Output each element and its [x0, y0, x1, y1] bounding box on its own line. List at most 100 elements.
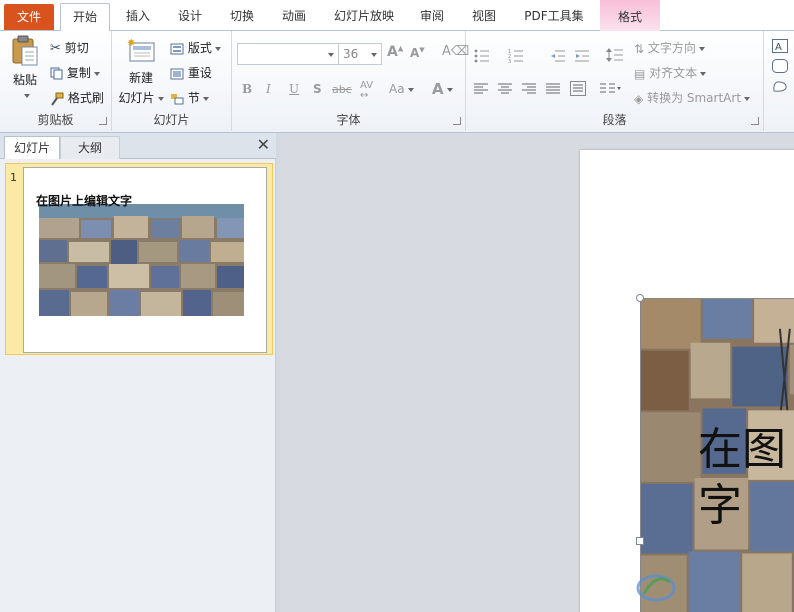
tab-review[interactable]: 审阅	[414, 3, 450, 31]
slide-thumbnail[interactable]: 在图片上编辑文字	[23, 167, 267, 353]
tab-animations[interactable]: 动画	[276, 3, 312, 31]
italic-icon[interactable]: I	[266, 82, 271, 96]
ribbon: 粘贴 ✂ 剪切 复制 格式刷 剪贴板 ✸ 新建 幻灯片 版式 重设 节 幻灯片 …	[0, 31, 794, 133]
slides-panel: 幻灯片 大纲 ✕ 在图片上编辑文字 1	[0, 133, 276, 612]
tab-slideshow[interactable]: 幻灯片放映	[330, 3, 398, 31]
section-label: 节	[187, 91, 200, 105]
increase-indent-icon[interactable]	[574, 49, 590, 63]
new-slide-button[interactable]: ✸ 新建 幻灯片	[118, 37, 164, 106]
copy-dropdown-icon	[93, 71, 100, 76]
align-text-icon: ▤	[634, 66, 646, 81]
watermark-logo-icon	[636, 574, 676, 602]
ribbon-tab-bar: 文件 开始 插入 设计 切换 动画 幻灯片放映 审阅 视图 PDF工具集 格式	[0, 0, 794, 32]
section-dropdown-icon	[202, 96, 209, 101]
paste-label: 粘贴	[12, 73, 37, 87]
font-size-combo[interactable]: 36	[338, 43, 382, 65]
bold-icon[interactable]: B	[242, 82, 252, 96]
svg-text:✸: ✸	[127, 38, 135, 49]
new-slide-dropdown-icon	[157, 96, 164, 101]
clipboard-group: 粘贴 ✂ 剪切 复制 格式刷 剪贴板	[0, 31, 112, 131]
copy-button[interactable]: 复制	[50, 64, 100, 81]
slide-text-line-2: 字	[698, 480, 742, 531]
font-size-value: 36	[343, 47, 359, 61]
underline-icon[interactable]: U	[289, 82, 299, 96]
align-right-icon[interactable]	[522, 83, 537, 95]
new-slide-label-2: 幻灯片	[118, 89, 164, 106]
tab-file[interactable]: 文件	[4, 4, 54, 30]
freeform-shape-icon[interactable]	[772, 79, 788, 93]
font-group: 36 A▲ A▼ A⌫ B I U S abc AV ↔ Aa A 字体	[232, 31, 469, 131]
numbering-icon[interactable]: 123	[508, 49, 524, 63]
section-button[interactable]: 节	[170, 89, 209, 106]
slide-text-line-1: 在图	[698, 424, 786, 475]
format-painter-button[interactable]: 格式刷	[50, 89, 104, 106]
shadow-icon[interactable]: S	[313, 82, 322, 96]
text-direction-icon: ⇅	[634, 41, 645, 56]
textbox-shape-icon[interactable]: A	[772, 39, 788, 53]
align-center-icon[interactable]	[498, 83, 513, 95]
align-text-button[interactable]: ▤ 对齐文本	[634, 64, 707, 81]
tab-outline-panel[interactable]: 大纲	[60, 136, 120, 159]
columns-icon[interactable]	[600, 83, 622, 95]
smartart-icon: ◈	[634, 91, 644, 106]
paste-icon	[12, 35, 38, 66]
align-left-icon[interactable]	[474, 83, 489, 95]
clipboard-launcher-icon[interactable]	[99, 117, 107, 125]
grow-font-icon[interactable]: A▲	[387, 44, 403, 60]
paragraph-launcher-icon[interactable]	[751, 117, 759, 125]
character-spacing-icon[interactable]: AV ↔	[360, 81, 373, 101]
change-case-icon[interactable]: Aa	[389, 82, 414, 96]
shrink-font-icon[interactable]: A▼	[410, 46, 425, 60]
text-direction-button[interactable]: ⇅ 文字方向	[634, 39, 705, 56]
paste-button[interactable]: 粘贴	[8, 35, 42, 102]
cut-button[interactable]: ✂ 剪切	[50, 39, 89, 56]
new-slide-icon: ✸	[127, 38, 155, 62]
tab-slides-panel[interactable]: 幻灯片	[4, 136, 60, 159]
align-text-label: 对齐文本	[649, 66, 698, 80]
layout-label: 版式	[187, 41, 212, 55]
clipboard-group-label: 剪贴板	[37, 113, 74, 127]
tab-view[interactable]: 视图	[466, 3, 502, 31]
convert-smartart-dropdown-icon	[744, 96, 751, 101]
thumbnail-city-image	[39, 204, 244, 316]
layout-dropdown-icon	[214, 46, 221, 51]
reset-button[interactable]: 重设	[170, 64, 212, 81]
svg-text:A: A	[775, 42, 782, 53]
rounded-rect-shape-icon[interactable]	[772, 59, 788, 73]
slide-text-box[interactable]: 在图 字	[698, 422, 794, 534]
convert-smartart-button[interactable]: ◈ 转换为 SmartArt	[634, 89, 751, 106]
slide[interactable]: 在图 字	[580, 150, 794, 612]
tab-format[interactable]: 格式	[600, 0, 660, 31]
resize-handle-top-left[interactable]	[636, 294, 644, 302]
font-launcher-icon[interactable]	[453, 117, 461, 125]
tab-transitions[interactable]: 切换	[224, 3, 260, 31]
slide-thumbnail-selected[interactable]: 在图片上编辑文字	[5, 163, 273, 355]
tab-home[interactable]: 开始	[60, 3, 110, 32]
resize-handle-middle-left[interactable]	[636, 537, 644, 545]
layout-button[interactable]: 版式	[170, 39, 221, 56]
tab-pdf-tools[interactable]: PDF工具集	[518, 3, 590, 31]
bullets-icon[interactable]	[474, 49, 490, 63]
panel-tabs: 幻灯片 大纲 ✕	[0, 133, 276, 159]
reset-label: 重设	[187, 66, 212, 80]
scissors-icon: ✂	[50, 41, 61, 56]
section-icon	[171, 93, 184, 104]
panel-close-icon[interactable]: ✕	[257, 137, 270, 153]
font-size-dropdown-icon	[371, 53, 377, 57]
font-color-icon[interactable]: A	[432, 80, 453, 98]
paragraph-group-label: 段落	[602, 113, 627, 127]
font-name-combo[interactable]	[237, 43, 339, 65]
distributed-icon[interactable]	[570, 81, 586, 96]
font-group-label: 字体	[336, 113, 361, 127]
copy-icon	[50, 67, 63, 80]
convert-smartart-label: 转换为 SmartArt	[647, 91, 742, 105]
new-slide-label-1: 新建	[128, 71, 153, 85]
justify-icon[interactable]	[546, 83, 561, 95]
line-spacing-icon[interactable]	[606, 47, 624, 63]
strikethrough-icon[interactable]: abc	[332, 83, 352, 96]
decrease-indent-icon[interactable]	[550, 49, 566, 63]
tab-insert[interactable]: 插入	[120, 3, 156, 31]
slide-number: 1	[10, 171, 17, 184]
tab-design[interactable]: 设计	[172, 3, 208, 31]
slide-editing-area: 在图 字	[280, 133, 794, 612]
